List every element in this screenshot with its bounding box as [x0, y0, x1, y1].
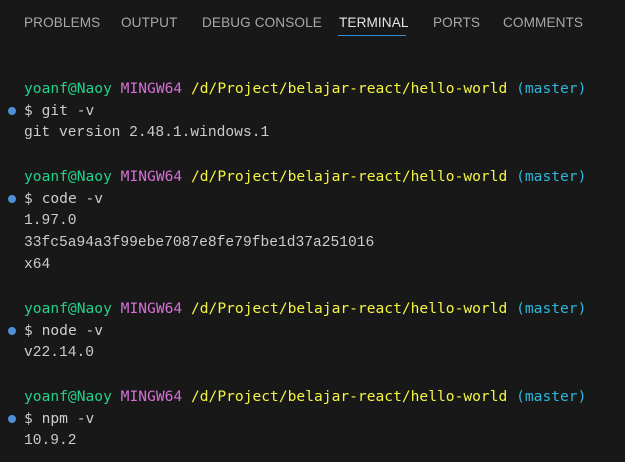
- prompt-symbol: $: [24, 190, 33, 207]
- prompt-line: yoanf@Naoy MINGW64 /d/Project/belajar-re…: [24, 166, 586, 188]
- bottom-panel: PROBLEMS OUTPUT DEBUG CONSOLE TERMINAL P…: [0, 0, 625, 462]
- tab-terminal[interactable]: TERMINAL: [339, 14, 409, 34]
- command-text: code -v: [41, 190, 104, 207]
- prompt-path: /d/Project/belajar-react/hello-world: [190, 168, 508, 185]
- active-tab-indicator: [338, 35, 406, 36]
- output-line: 10.9.2: [24, 433, 77, 449]
- circle-dot-icon[interactable]: [8, 107, 16, 115]
- output-line: 1.97.0: [24, 213, 77, 229]
- circle-dot-icon[interactable]: [8, 415, 16, 423]
- command-text: npm -v: [41, 410, 95, 427]
- prompt-path: /d/Project/belajar-react/hello-world: [190, 300, 508, 317]
- prompt-user: yoanf@Naoy: [24, 168, 112, 185]
- prompt-user: yoanf@Naoy: [24, 80, 112, 97]
- prompt-symbol: $: [24, 322, 33, 339]
- prompt-path: /d/Project/belajar-react/hello-world: [190, 388, 508, 405]
- prompt-host: MINGW64: [120, 388, 183, 405]
- prompt-host: MINGW64: [120, 168, 183, 185]
- prompt-branch: (master): [516, 168, 587, 185]
- terminal-output[interactable]: yoanf@Naoy MINGW64 /d/Project/belajar-re…: [0, 46, 625, 462]
- prompt-branch: (master): [516, 300, 587, 317]
- command-text: node -v: [41, 322, 104, 339]
- prompt-symbol: $: [24, 102, 33, 119]
- tab-debug-console[interactable]: DEBUG CONSOLE: [202, 14, 322, 34]
- command-line: $ node -v: [24, 320, 103, 342]
- command-text: git -v: [41, 102, 95, 119]
- circle-dot-icon[interactable]: [8, 195, 16, 203]
- tab-comments[interactable]: COMMENTS: [503, 14, 583, 34]
- prompt-user: yoanf@Naoy: [24, 388, 112, 405]
- prompt-path: /d/Project/belajar-react/hello-world: [190, 80, 508, 97]
- command-line: $ npm -v: [24, 408, 94, 430]
- prompt-host: MINGW64: [120, 80, 183, 97]
- tab-output[interactable]: OUTPUT: [121, 14, 177, 34]
- prompt-line: yoanf@Naoy MINGW64 /d/Project/belajar-re…: [24, 298, 586, 320]
- panel-tab-bar: PROBLEMS OUTPUT DEBUG CONSOLE TERMINAL P…: [0, 0, 625, 46]
- output-line: x64: [24, 257, 51, 273]
- prompt-line: yoanf@Naoy MINGW64 /d/Project/belajar-re…: [24, 386, 586, 408]
- command-line: $ code -v: [24, 188, 103, 210]
- output-line: 33fc5a94a3f99ebe7087e8fe79fbe1d37a251016: [24, 235, 375, 251]
- command-line: $ git -v: [24, 100, 94, 122]
- prompt-symbol: $: [24, 410, 33, 427]
- prompt-line: yoanf@Naoy MINGW64 /d/Project/belajar-re…: [24, 78, 586, 100]
- prompt-branch: (master): [516, 388, 587, 405]
- tab-ports[interactable]: PORTS: [433, 14, 480, 34]
- prompt-user: yoanf@Naoy: [24, 300, 112, 317]
- output-line: git version 2.48.1.windows.1: [24, 125, 270, 141]
- output-line: v22.14.0: [24, 345, 95, 361]
- circle-dot-icon[interactable]: [8, 327, 16, 335]
- prompt-branch: (master): [516, 80, 587, 97]
- tab-problems[interactable]: PROBLEMS: [24, 14, 100, 34]
- prompt-host: MINGW64: [120, 300, 183, 317]
